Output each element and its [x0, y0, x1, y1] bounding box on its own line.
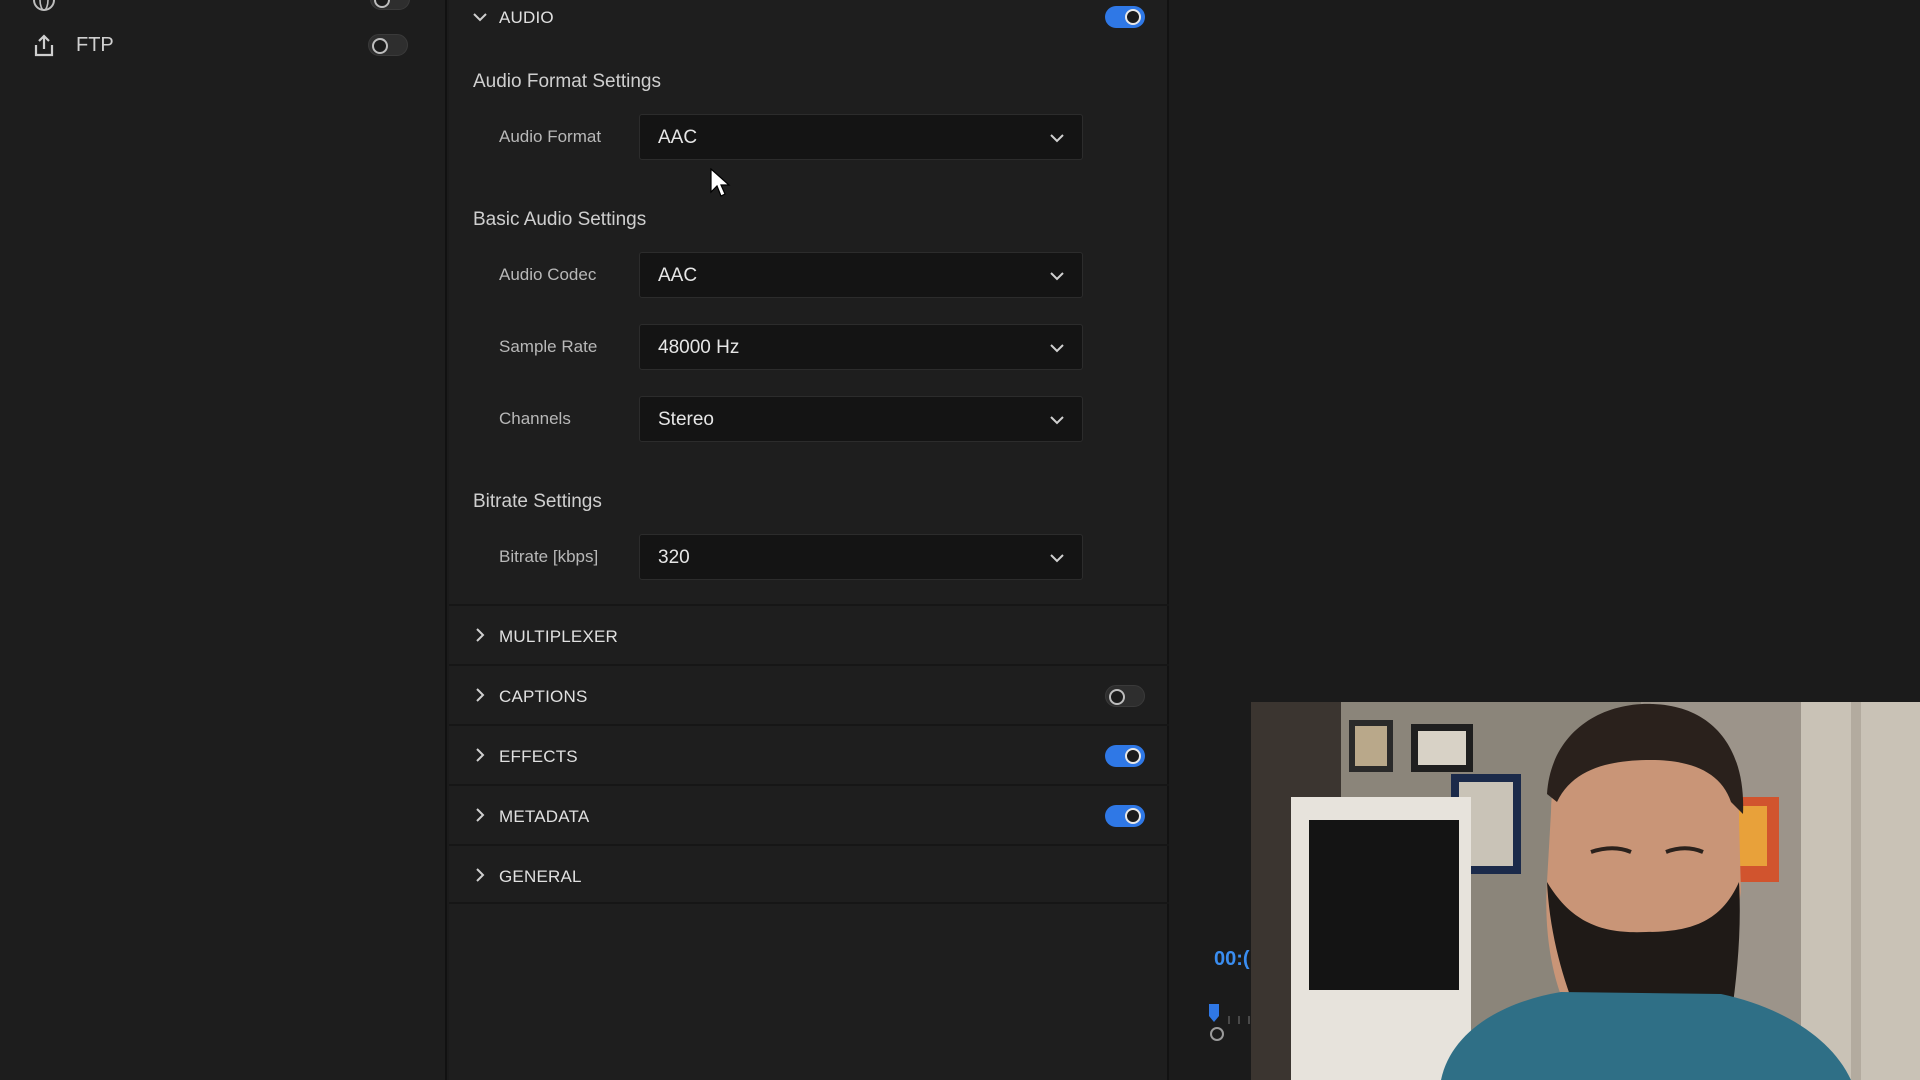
- section-metadata[interactable]: METADATA: [449, 784, 1169, 844]
- select-value: AAC: [658, 265, 698, 286]
- select-value: Stereo: [658, 409, 714, 430]
- chevron-down-icon: [1050, 344, 1064, 353]
- section-title: AUDIO: [499, 8, 554, 27]
- bitrate-label: Bitrate [kbps]: [499, 547, 599, 566]
- audio-codec-label: Audio Codec: [499, 265, 597, 284]
- chevron-right-icon: [476, 868, 485, 882]
- export-settings-panel: AUDIO Audio Format Settings Audio Format…: [449, 0, 1169, 1080]
- audio-format-label: Audio Format: [499, 127, 602, 146]
- chevron-right-icon: [476, 628, 485, 642]
- sidebar-item-label: FTP: [76, 34, 114, 56]
- chevron-down-icon: [473, 13, 487, 22]
- sidebar-item-ftp[interactable]: FTP: [0, 22, 447, 68]
- timecode-display: 00:(: [1214, 948, 1250, 970]
- toggle-knob: [1109, 689, 1125, 705]
- sidebar-item-partial[interactable]: [0, 0, 447, 22]
- toggle-knob: [1125, 808, 1141, 824]
- chevron-down-icon: [1050, 272, 1064, 281]
- playhead-marker[interactable]: [1209, 1004, 1219, 1022]
- bitrate-settings-title: Bitrate Settings: [473, 491, 602, 512]
- section-title: EFFECTS: [499, 747, 578, 766]
- section-captions[interactable]: CAPTIONS: [449, 664, 1169, 724]
- channels-label: Channels: [499, 409, 571, 428]
- export-destinations-sidebar: FTP: [0, 0, 447, 1080]
- chevron-right-icon: [476, 748, 485, 762]
- section-title: MULTIPLEXER: [499, 627, 619, 646]
- section-title: CAPTIONS: [499, 687, 588, 706]
- toggle-knob: [1125, 748, 1141, 764]
- select-value: 320: [658, 547, 690, 568]
- captions-toggle[interactable]: [1105, 685, 1145, 707]
- audio-format-settings-title: Audio Format Settings: [473, 71, 661, 92]
- metadata-toggle[interactable]: [1105, 805, 1145, 827]
- webcam-overlay: [1251, 702, 1920, 1080]
- ftp-toggle[interactable]: [368, 34, 408, 56]
- upload-icon: [34, 34, 54, 57]
- audio-toggle[interactable]: [1105, 6, 1145, 28]
- select-value: 48000 Hz: [658, 337, 740, 358]
- channels-select[interactable]: Stereo: [639, 396, 1083, 442]
- timeline-ticks: [1228, 1016, 1250, 1024]
- section-general[interactable]: GENERAL: [449, 844, 1169, 904]
- audio-format-select[interactable]: AAC: [639, 114, 1083, 160]
- toggle-knob: [1125, 9, 1141, 25]
- audio-codec-select[interactable]: AAC: [639, 252, 1083, 298]
- chevron-right-icon: [476, 688, 485, 702]
- sidebar-item-toggle[interactable]: [370, 0, 410, 10]
- chevron-down-icon: [1050, 554, 1064, 563]
- sample-rate-select[interactable]: 48000 Hz: [639, 324, 1083, 370]
- zoom-handle[interactable]: [1210, 1027, 1224, 1041]
- audio-section-header[interactable]: AUDIO: [449, 0, 1169, 34]
- section-title: METADATA: [499, 807, 590, 826]
- mouse-cursor-icon: [710, 168, 731, 197]
- section-effects[interactable]: EFFECTS: [449, 724, 1169, 784]
- section-multiplexer[interactable]: MULTIPLEXER: [449, 604, 1169, 664]
- effects-toggle[interactable]: [1105, 745, 1145, 767]
- bitrate-select[interactable]: 320: [639, 534, 1083, 580]
- globe-icon: [33, 0, 55, 11]
- select-value: AAC: [658, 127, 698, 148]
- toggle-knob: [372, 38, 388, 54]
- sample-rate-label: Sample Rate: [499, 337, 598, 356]
- chevron-right-icon: [476, 808, 485, 822]
- toggle-knob: [374, 0, 390, 8]
- app-root: FTP AUDIO Audio Format Settings Audio Fo…: [0, 0, 1920, 1080]
- section-title: GENERAL: [499, 867, 582, 886]
- chevron-down-icon: [1050, 134, 1064, 143]
- basic-audio-settings-title: Basic Audio Settings: [473, 209, 647, 230]
- chevron-down-icon: [1050, 416, 1064, 425]
